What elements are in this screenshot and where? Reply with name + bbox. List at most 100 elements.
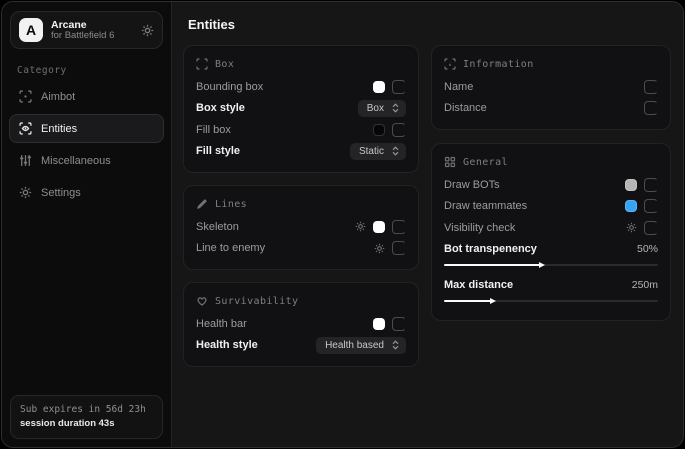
sidebar-nav: Aimbot Entities [2, 82, 171, 207]
setting-label: Distance [444, 102, 487, 114]
panel-title: Lines [215, 199, 247, 210]
setting-row-fill-box: Fill box [196, 119, 406, 141]
checkbox[interactable] [392, 80, 406, 94]
box-style-dropdown[interactable]: Box [358, 100, 406, 117]
grid-icon [444, 156, 456, 168]
app-subtitle: for Battlefield 6 [51, 31, 133, 42]
setting-row-distance: Distance [444, 98, 658, 120]
slider-value: 250m [632, 279, 658, 291]
setting-label: Health bar [196, 318, 247, 330]
panel-information: Information Name Distance [431, 45, 671, 130]
chevron-up-down-icon [391, 340, 400, 350]
dropdown-value: Box [367, 103, 384, 114]
gear-icon[interactable] [141, 24, 154, 37]
main-content: Entities Box Bounding box [172, 2, 683, 447]
bot-transparency-slider[interactable] [444, 261, 658, 269]
health-style-dropdown[interactable]: Health based [316, 337, 406, 354]
dropdown-value: Static [359, 146, 384, 157]
setting-row-line-to-enemy: Line to enemy [196, 238, 406, 260]
subscription-card: Sub expires in 56d 23h session duration … [10, 395, 163, 440]
sidebar-item-settings[interactable]: Settings [9, 178, 164, 207]
slider-arrow-icon[interactable] [490, 298, 496, 304]
checkbox[interactable] [644, 101, 658, 115]
panel-lines-header: Lines [196, 198, 406, 210]
category-label: Category [17, 65, 171, 76]
color-swatch[interactable] [373, 124, 385, 136]
sidebar-item-label: Entities [41, 123, 77, 135]
checkbox[interactable] [392, 123, 406, 137]
setting-row-name: Name [444, 76, 658, 98]
sidebar-item-miscellaneous[interactable]: Miscellaneous [9, 146, 164, 175]
setting-label: Skeleton [196, 221, 239, 233]
sidebar-item-entities[interactable]: Entities [9, 114, 164, 143]
fill-style-dropdown[interactable]: Static [350, 143, 406, 160]
session-duration-text: session duration 43s [20, 417, 153, 431]
box-corners-icon [196, 58, 208, 70]
sliders-icon [19, 154, 32, 167]
setting-row-bot-transparency: Bot transpenency 50% [444, 239, 658, 261]
setting-row-health-style: Health style Health based [196, 335, 406, 357]
setting-label: Visibility check [444, 222, 515, 234]
panel-survivability: Survivability Health bar Health style He… [183, 282, 419, 367]
gear-icon[interactable] [374, 243, 385, 254]
setting-row-bounding-box: Bounding box [196, 76, 406, 98]
checkbox[interactable] [644, 199, 658, 213]
sub-expiry-text: Sub expires in 56d 23h [20, 403, 153, 417]
setting-label: Draw BOTs [444, 179, 500, 191]
max-distance-slider[interactable] [444, 297, 658, 305]
panel-general-header: General [444, 156, 658, 168]
color-swatch[interactable] [373, 318, 385, 330]
color-swatch[interactable] [625, 200, 637, 212]
setting-label: Bounding box [196, 81, 263, 93]
chevron-up-down-icon [391, 146, 400, 156]
dropdown-value: Health based [325, 340, 384, 351]
checkbox[interactable] [644, 178, 658, 192]
logo-initial: A [26, 22, 36, 38]
checkbox[interactable] [392, 220, 406, 234]
setting-row-visibility-check: Visibility check [444, 217, 658, 239]
panel-survivability-header: Survivability [196, 295, 406, 307]
panel-box: Box Bounding box Box style Box [183, 45, 419, 173]
setting-row-draw-teammates: Draw teammates [444, 196, 658, 218]
left-column: Box Bounding box Box style Box [183, 45, 419, 367]
setting-label: Max distance [444, 279, 513, 291]
panel-title: Information [463, 59, 534, 70]
gear-icon [19, 186, 32, 199]
setting-label: Name [444, 81, 473, 93]
sidebar-item-aimbot[interactable]: Aimbot [9, 82, 164, 111]
color-swatch[interactable] [625, 179, 637, 191]
panel-title: Box [215, 59, 234, 70]
slider-fill [444, 264, 540, 266]
right-column: Information Name Distance [431, 45, 671, 321]
panel-lines: Lines Skeleton [183, 185, 419, 270]
setting-label: Bot transpenency [444, 243, 537, 255]
gear-icon[interactable] [626, 222, 637, 233]
checkbox[interactable] [644, 80, 658, 94]
logo-text: Arcane for Battlefield 6 [51, 19, 133, 42]
slider-arrow-icon[interactable] [539, 262, 545, 268]
slider-fill [444, 300, 491, 302]
setting-row-fill-style: Fill style Static [196, 141, 406, 163]
gear-icon[interactable] [355, 221, 366, 232]
setting-row-box-style: Box style Box [196, 98, 406, 120]
color-swatch[interactable] [373, 221, 385, 233]
info-scan-icon [444, 58, 456, 70]
app-title: Arcane [51, 19, 133, 31]
logo-card: A Arcane for Battlefield 6 [10, 11, 163, 49]
color-swatch[interactable] [373, 81, 385, 93]
checkbox[interactable] [644, 221, 658, 235]
sidebar-item-label: Aimbot [41, 91, 75, 103]
checkbox[interactable] [392, 241, 406, 255]
setting-label: Box style [196, 102, 245, 114]
setting-row-skeleton: Skeleton [196, 216, 406, 238]
logo-avatar: A [19, 18, 43, 42]
setting-label: Fill box [196, 124, 231, 136]
heart-icon [196, 295, 208, 307]
checkbox[interactable] [392, 317, 406, 331]
crosshair-icon [19, 90, 32, 103]
setting-row-draw-bots: Draw BOTs [444, 174, 658, 196]
setting-label: Health style [196, 339, 258, 351]
setting-label: Line to enemy [196, 242, 265, 254]
sidebar: A Arcane for Battlefield 6 Category [2, 2, 172, 447]
panel-title: Survivability [215, 296, 298, 307]
